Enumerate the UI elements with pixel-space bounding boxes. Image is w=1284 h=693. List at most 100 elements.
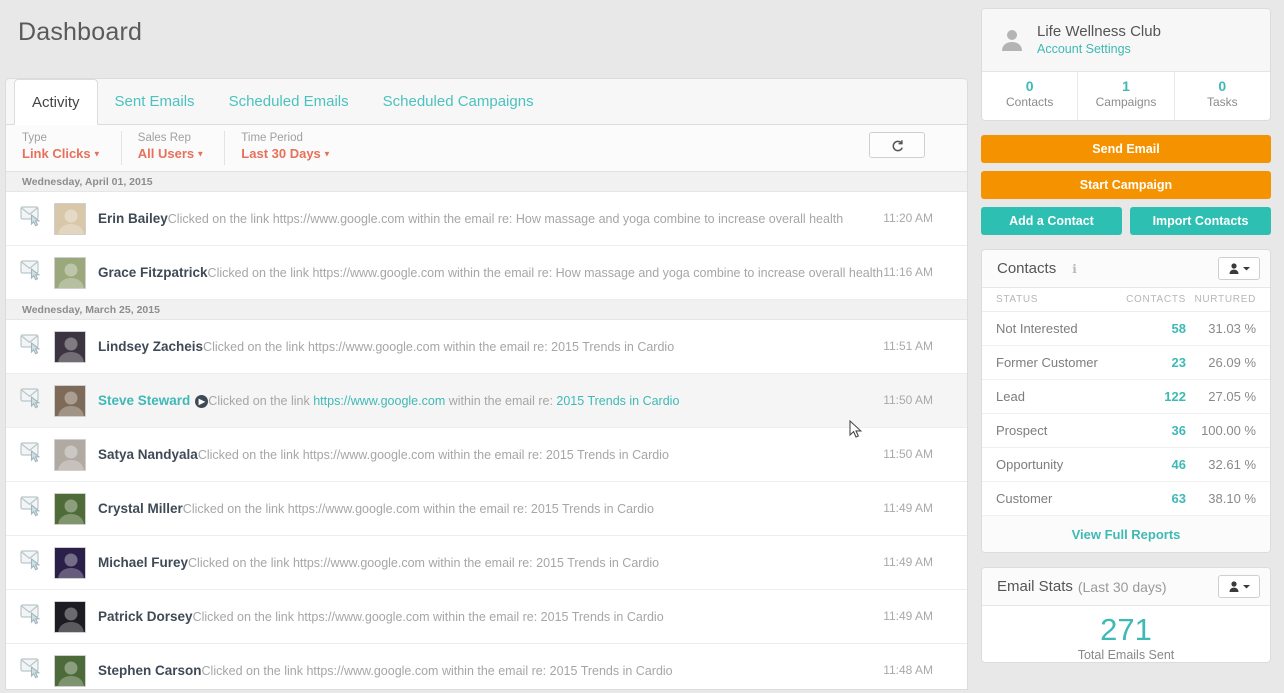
activity-row[interactable]: Lindsey ZacheisClicked on the link https… xyxy=(6,320,967,374)
contacts-table-row[interactable]: Former Customer 23 26.09 % xyxy=(982,346,1270,380)
email-subject[interactable]: 2015 Trends in Cardio xyxy=(556,394,679,408)
contacts-table-row[interactable]: Not Interested 58 31.03 % xyxy=(982,312,1270,346)
email-subject[interactable]: 2015 Trends in Cardio xyxy=(546,448,669,462)
filter-time-period[interactable]: Time Period Last 30 Days ▼ xyxy=(225,131,351,165)
email-subject[interactable]: 2015 Trends in Cardio xyxy=(551,340,674,354)
email-click-icon xyxy=(20,441,54,468)
activity-row[interactable]: Stephen CarsonClicked on the link https:… xyxy=(6,644,967,689)
clicked-link[interactable]: https://www.google.com xyxy=(312,266,444,280)
row-nurtured-pct: 38.10 % xyxy=(1208,491,1256,506)
activity-text: Patrick DorseyClicked on the link https:… xyxy=(98,608,664,626)
account-stat-campaigns[interactable]: 1 Campaigns xyxy=(1078,72,1175,120)
activity-description: Clicked on the link https://www.google.c… xyxy=(188,556,659,570)
avatar xyxy=(54,256,86,289)
info-icon[interactable]: ℹ xyxy=(1072,262,1077,276)
contacts-panel-title: Contacts xyxy=(997,260,1057,277)
desc-middle: within the email re: xyxy=(404,211,516,226)
filter-sales-rep[interactable]: Sales Rep All Users ▼ xyxy=(122,131,226,165)
filter-value[interactable]: Link Clicks ▼ xyxy=(22,145,101,164)
clicked-link[interactable]: https://www.google.com xyxy=(306,664,438,678)
tab-sent-emails[interactable]: Sent Emails xyxy=(98,79,212,124)
contacts-table-row[interactable]: Customer 63 38.10 % xyxy=(982,482,1270,516)
email-stats-header: Email Stats (Last 30 days) xyxy=(982,568,1270,606)
activity-time: 11:49 AM xyxy=(883,609,933,623)
column-nurtured: NURTURED xyxy=(1194,294,1256,305)
filter-label: Type xyxy=(22,132,47,144)
tab-scheduled-emails[interactable]: Scheduled Emails xyxy=(212,79,366,124)
activity-row[interactable]: Steve Steward ▶ Clicked on the link https:… xyxy=(6,374,967,428)
email-subject[interactable]: 2015 Trends in Cardio xyxy=(541,610,664,624)
open-contact-icon[interactable]: ▶ xyxy=(195,394,209,408)
email-stats-panel: Email Stats (Last 30 days) 271 Total Ema… xyxy=(981,567,1271,663)
activity-row[interactable]: Crystal MillerClicked on the link https:… xyxy=(6,482,967,536)
clicked-link[interactable]: https://www.google.com xyxy=(308,340,440,354)
email-click-icon xyxy=(20,205,54,232)
activity-row[interactable]: Satya NandyalaClicked on the link https:… xyxy=(6,428,967,482)
row-status: Customer xyxy=(996,491,1053,506)
activity-contact-name[interactable]: Stephen Carson xyxy=(98,663,202,678)
activity-row[interactable]: Erin BaileyClicked on the link https://w… xyxy=(6,192,967,246)
activity-contact-name[interactable]: Michael Furey xyxy=(98,555,188,570)
start-campaign-button[interactable]: Start Campaign xyxy=(981,171,1271,199)
account-stats: 0 Contacts 1 Campaigns 0 Tasks xyxy=(982,72,1270,120)
chevron-down-icon: ▼ xyxy=(90,149,101,159)
email-subject[interactable]: How massage and yoga combine to increase… xyxy=(556,266,883,280)
desc-middle: within the email re: xyxy=(444,265,556,280)
row-contacts-count: 23 xyxy=(1171,355,1186,370)
clicked-link[interactable]: https://www.google.com xyxy=(273,212,405,226)
avatar xyxy=(54,330,86,363)
clicked-link[interactable]: https://www.google.com xyxy=(293,556,425,570)
activity-description: Clicked on the link https://www.google.c… xyxy=(208,394,679,408)
tab-activity[interactable]: Activity xyxy=(14,79,98,125)
row-nurtured-pct: 100.00 % xyxy=(1201,423,1256,438)
contacts-table-row[interactable]: Prospect 36 100.00 % xyxy=(982,414,1270,448)
email-subject[interactable]: 2015 Trends in Cardio xyxy=(531,502,654,516)
contacts-table-row[interactable]: Lead 122 27.05 % xyxy=(982,380,1270,414)
activity-contact-name[interactable]: Grace Fitzpatrick xyxy=(98,265,208,280)
refresh-button[interactable] xyxy=(869,132,925,158)
activity-contact-name[interactable]: Crystal Miller xyxy=(98,501,183,516)
clicked-link[interactable]: https://www.google.com xyxy=(288,502,420,516)
tab-scheduled-campaigns[interactable]: Scheduled Campaigns xyxy=(366,79,551,124)
account-name: Life Wellness Club xyxy=(1037,23,1161,40)
clicked-link[interactable]: https://www.google.com xyxy=(303,448,435,462)
send-email-button[interactable]: Send Email xyxy=(981,135,1271,163)
email-subject[interactable]: 2015 Trends in Cardio xyxy=(550,664,673,678)
activity-contact-name[interactable]: Steve Steward ▶ xyxy=(98,393,209,408)
email-subject[interactable]: 2015 Trends in Cardio xyxy=(536,556,659,570)
avatar xyxy=(54,546,86,579)
desc-middle: within the email re: xyxy=(434,447,546,462)
filter-type[interactable]: Type Link Clicks ▼ xyxy=(6,131,122,165)
chevron-down-icon: ▼ xyxy=(320,149,331,159)
add-contact-button[interactable]: Add a Contact xyxy=(981,207,1122,235)
email-subject[interactable]: How massage and yoga combine to increase… xyxy=(516,212,843,226)
contacts-menu-button[interactable] xyxy=(1218,257,1260,280)
activity-contact-name[interactable]: Erin Bailey xyxy=(98,211,168,226)
clicked-link[interactable]: https://www.google.com xyxy=(313,394,445,408)
filter-value[interactable]: Last 30 Days ▼ xyxy=(241,145,331,164)
activity-text: Michael FureyClicked on the link https:/… xyxy=(98,554,659,572)
clicked-link[interactable]: https://www.google.com xyxy=(297,610,429,624)
activity-contact-name[interactable]: Patrick Dorsey xyxy=(98,609,193,624)
tab-bar: Activity Sent Emails Scheduled Emails Sched… xyxy=(6,79,967,125)
column-contacts: CONTACTS xyxy=(1126,294,1186,305)
import-contacts-button[interactable]: Import Contacts xyxy=(1130,207,1271,235)
view-full-reports-link[interactable]: View Full Reports xyxy=(982,516,1270,552)
activity-contact-name[interactable]: Satya Nandyala xyxy=(98,447,198,462)
activity-row[interactable]: Grace FitzpatrickClicked on the link htt… xyxy=(6,246,967,300)
contacts-table-row[interactable]: Opportunity 46 32.61 % xyxy=(982,448,1270,482)
account-stat-contacts[interactable]: 0 Contacts xyxy=(982,72,1079,120)
activity-row[interactable]: Patrick DorseyClicked on the link https:… xyxy=(6,590,967,644)
filter-value[interactable]: All Users ▼ xyxy=(138,145,205,164)
account-panel: Life Wellness Club Account Settings 0 Con… xyxy=(981,8,1271,121)
desc-prefix: Clicked on the link xyxy=(167,211,273,226)
account-settings-link[interactable]: Account Settings xyxy=(1037,41,1161,58)
account-stat-tasks[interactable]: 0 Tasks xyxy=(1175,72,1270,120)
stat-label: Tasks xyxy=(1206,95,1238,109)
email-stats-menu-button[interactable] xyxy=(1218,575,1260,598)
person-dropdown-icon xyxy=(1229,581,1239,592)
email-click-icon xyxy=(20,495,54,522)
row-nurtured-pct: 31.03 % xyxy=(1208,321,1256,336)
activity-row[interactable]: Michael FureyClicked on the link https:/… xyxy=(6,536,967,590)
activity-contact-name[interactable]: Lindsey Zacheis xyxy=(98,339,203,354)
